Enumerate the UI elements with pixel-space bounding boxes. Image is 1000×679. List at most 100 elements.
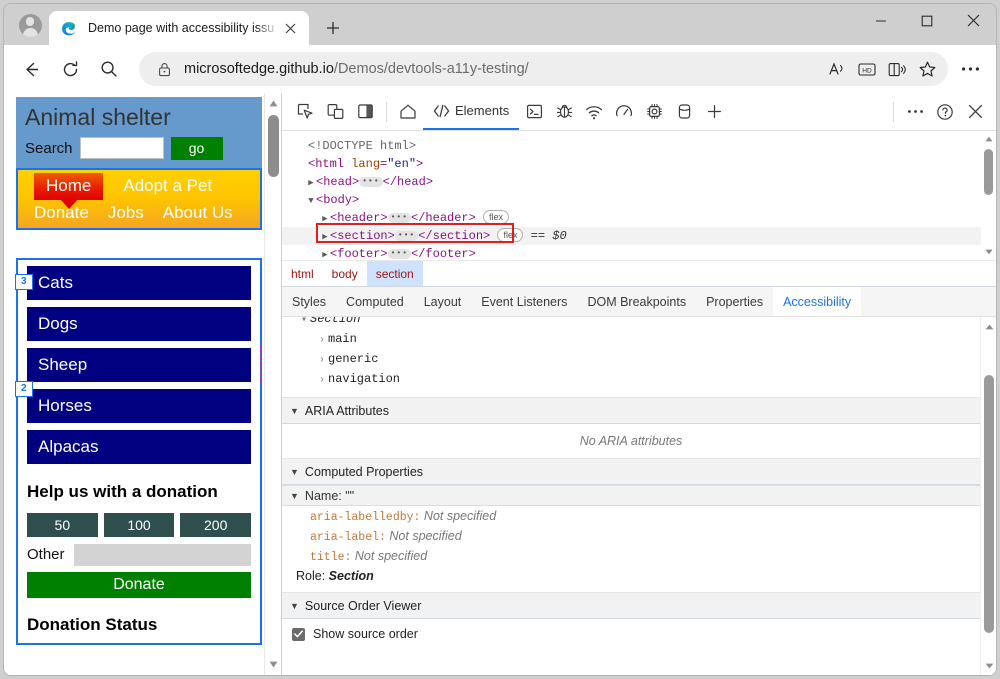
profile-button[interactable] (11, 6, 49, 44)
toolbar-divider (386, 101, 387, 122)
dom-selected-ref: == $0 (530, 229, 567, 243)
scroll-down-arrow-icon[interactable] (265, 656, 281, 673)
performance-icon[interactable] (609, 98, 639, 126)
nav-item-about-us[interactable]: About Us (163, 203, 233, 223)
donation-amount-200[interactable]: 200 (180, 512, 252, 537)
new-tab-button[interactable] (317, 12, 349, 44)
accessibility-panel: ▾Section ›main ›generic ›navigation (282, 317, 996, 675)
tab-accessibility[interactable]: Accessibility (773, 287, 862, 316)
tab-styles[interactable]: Styles (282, 287, 336, 316)
refresh-icon[interactable] (53, 52, 87, 86)
dock-side-icon[interactable] (350, 98, 380, 126)
dom-scroll-up-icon[interactable] (981, 132, 996, 146)
device-emulation-icon[interactable] (320, 98, 350, 126)
tab-strip: Demo page with accessibility issu (4, 4, 996, 45)
section-computed-properties[interactable]: ▼ Computed Properties (282, 458, 980, 485)
accessibility-scrollbar[interactable] (980, 317, 996, 675)
a11y-node-generic[interactable]: › generic (282, 349, 980, 369)
application-icon[interactable] (669, 98, 699, 126)
dom-line-head[interactable]: ▶ <head> ••• </head> (282, 173, 996, 191)
flex-badge[interactable]: flex (483, 210, 510, 224)
settings-gear-icon[interactable] (639, 98, 669, 126)
a11y-scroll-thumb[interactable] (984, 375, 994, 633)
donation-amount-50[interactable]: 50 (27, 512, 98, 537)
minimize-icon[interactable] (858, 4, 904, 37)
category-item-alpacas[interactable]: Alpacas (27, 429, 251, 464)
search-go-button[interactable]: go (170, 136, 223, 160)
close-devtools-icon[interactable] (960, 98, 990, 126)
tab-layout[interactable]: Layout (414, 287, 472, 316)
a11y-node-section[interactable]: ▾ Section (282, 317, 980, 329)
donation-amount-100[interactable]: 100 (103, 512, 175, 537)
show-source-order-checkbox[interactable] (292, 627, 305, 641)
breadcrumb-item-html[interactable]: html (282, 261, 323, 286)
back-arrow-icon[interactable] (14, 52, 48, 86)
accessibility-tree: ▾ Section › main › generic › navigation (282, 317, 980, 389)
category-item-cats[interactable]: Cats (27, 265, 251, 300)
search-label: Search (25, 139, 73, 157)
donate-button[interactable]: Donate (27, 571, 251, 598)
tab-close-icon[interactable] (279, 17, 301, 39)
tab-elements[interactable]: Elements (423, 94, 520, 130)
network-icon[interactable] (579, 98, 609, 126)
search-icon[interactable] (92, 52, 126, 86)
a11y-scroll-down-icon[interactable] (981, 658, 996, 673)
dom-line-footer[interactable]: ▶ <footer> ••• </footer> (282, 245, 996, 260)
page-scroll-thumb[interactable] (268, 115, 279, 177)
favorites-star-icon[interactable] (912, 55, 942, 83)
category-item-dogs[interactable]: Dogs (27, 306, 251, 341)
dom-line-header[interactable]: ▶ <header> ••• </header> flex (282, 209, 996, 227)
add-tab-icon[interactable] (699, 98, 729, 126)
primary-navigation: Home Adopt a Pet Donate Jobs About Us (16, 169, 262, 230)
a11y-node-main[interactable]: › main (282, 329, 980, 349)
nav-item-home[interactable]: Home (34, 172, 104, 209)
dom-scroll-down-icon[interactable] (981, 245, 996, 259)
debugger-icon[interactable] (549, 98, 579, 126)
dom-line-section[interactable]: ••• ▶<section>•••</section> flex == $0 (282, 227, 996, 245)
more-options-icon[interactable] (900, 98, 930, 126)
read-aloud-icon[interactable] (822, 55, 852, 83)
donation-heading: Help us with a donation (27, 481, 218, 501)
section-source-order-viewer[interactable]: ▼ Source Order Viewer (282, 592, 980, 619)
nav-item-adopt-a-pet[interactable]: Adopt a Pet (103, 173, 212, 196)
url-bar[interactable]: microsoftedge.github.io/Demos/devtools-a… (139, 52, 948, 86)
tab-properties[interactable]: Properties (696, 287, 773, 316)
dom-line-html[interactable]: <html lang="en"> (282, 155, 996, 173)
tab-computed[interactable]: Computed (336, 287, 414, 316)
tab-event-listeners[interactable]: Event Listeners (471, 287, 577, 316)
close-icon[interactable] (950, 4, 996, 37)
show-source-order-row[interactable]: Show source order (282, 619, 980, 649)
hd-badge-icon[interactable]: HD (852, 55, 882, 83)
immersive-reader-icon[interactable] (882, 55, 912, 83)
help-icon[interactable] (930, 98, 960, 126)
breadcrumb-item-body[interactable]: body (323, 261, 367, 286)
search-input[interactable] (79, 137, 164, 160)
flex-badge-section[interactable]: flex (497, 228, 524, 242)
scroll-up-arrow-icon[interactable] (265, 95, 281, 112)
browser-more-options-icon[interactable] (954, 53, 986, 85)
page-scrollbar[interactable] (264, 93, 281, 675)
role-label: Role: (296, 569, 326, 583)
home-icon[interactable] (393, 98, 423, 126)
category-item-horses[interactable]: Horses (27, 388, 251, 423)
tab-dom-breakpoints[interactable]: DOM Breakpoints (577, 287, 696, 316)
section-aria-attributes[interactable]: ▼ ARIA Attributes (282, 397, 980, 424)
dom-scroll-thumb[interactable] (984, 149, 993, 195)
lock-icon (153, 62, 175, 77)
dom-tree[interactable]: <!DOCTYPE html> <html lang="en"> ▶ <head>… (282, 131, 996, 261)
breadcrumb-item-section[interactable]: section (366, 261, 423, 286)
a11y-node-navigation[interactable]: › navigation (282, 369, 980, 389)
maximize-icon[interactable] (904, 4, 950, 37)
inspect-element-icon[interactable] (290, 98, 320, 126)
dom-line-doctype[interactable]: <!DOCTYPE html> (282, 137, 996, 155)
computed-prop-aria-labelledby: aria-labelledby: Not specified (310, 509, 497, 524)
donation-other-input[interactable] (73, 543, 251, 566)
a11y-scroll-up-icon[interactable] (981, 319, 996, 334)
category-item-sheep[interactable]: Sheep (27, 347, 251, 382)
nav-item-jobs[interactable]: Jobs (108, 203, 144, 223)
browser-tab[interactable]: Demo page with accessibility issu (49, 11, 309, 45)
console-icon[interactable] (519, 98, 549, 126)
dom-line-body[interactable]: ▼ <body> (282, 191, 996, 209)
computed-name-row[interactable]: ▼ Name: "" (282, 485, 980, 506)
dom-scrollbar[interactable] (981, 131, 996, 260)
